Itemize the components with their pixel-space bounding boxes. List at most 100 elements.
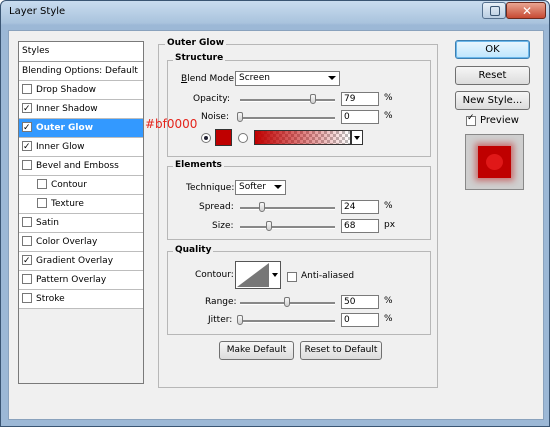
reset-to-default-button[interactable]: Reset to Default: [300, 341, 382, 360]
style-item-label: Outer Glow: [36, 123, 94, 133]
range-input[interactable]: 50: [341, 295, 379, 309]
quality-title: Quality: [173, 245, 214, 255]
spread-unit: %: [384, 201, 393, 211]
technique-label: Technique:: [186, 183, 235, 193]
range-slider-thumb[interactable]: [284, 297, 290, 307]
contour-picker[interactable]: [235, 261, 281, 289]
style-item-gradient-overlay[interactable]: Gradient Overlay: [19, 252, 143, 271]
style-item-inner-shadow[interactable]: Inner Shadow: [19, 100, 143, 119]
style-checkbox[interactable]: [37, 197, 47, 208]
jitter-label: Jitter:: [208, 315, 233, 325]
style-item-label: Contour: [51, 180, 87, 190]
jitter-slider-track[interactable]: [240, 320, 335, 323]
style-checkbox[interactable]: [22, 273, 32, 284]
size-label: Size:: [212, 221, 234, 231]
technique-select[interactable]: Softer: [235, 180, 286, 195]
technique-value: Softer: [239, 182, 266, 192]
window-title: Layer Style: [9, 6, 66, 17]
spread-slider-track[interactable]: [240, 207, 335, 210]
style-checkbox[interactable]: [22, 159, 32, 170]
style-checkbox[interactable]: [22, 292, 32, 303]
style-item-drop-shadow[interactable]: Drop Shadow: [19, 81, 143, 100]
style-item-label: Inner Shadow: [36, 104, 98, 114]
opacity-label: Opacity:: [193, 94, 230, 104]
style-item-label: Gradient Overlay: [36, 256, 114, 266]
new-style-button[interactable]: New Style...: [455, 91, 530, 110]
close-icon: ✕: [522, 4, 533, 18]
layer-style-dialog: Layer Style ✕ Styles Blending Options: D…: [0, 0, 550, 427]
opacity-input[interactable]: 79: [341, 92, 379, 106]
preview-checkbox[interactable]: [466, 113, 476, 126]
style-item-stroke[interactable]: Stroke: [19, 290, 143, 309]
size-input[interactable]: 68: [341, 219, 379, 233]
style-item-contour[interactable]: Contour: [19, 176, 143, 195]
chevron-down-icon: [272, 273, 278, 277]
glow-gradient-picker[interactable]: [254, 130, 351, 145]
jitter-slider-thumb[interactable]: [237, 315, 243, 325]
blend-mode-label: Blend Mode:: [181, 74, 238, 84]
make-default-button[interactable]: Make Default: [219, 341, 294, 360]
jitter-input[interactable]: 0: [341, 313, 379, 327]
style-item-inner-glow[interactable]: Inner Glow: [19, 138, 143, 157]
size-unit: px: [384, 220, 396, 230]
reset-button[interactable]: Reset: [455, 66, 530, 85]
styles-list: Styles Blending Options: Default Drop Sha…: [18, 41, 144, 384]
ok-button[interactable]: OK: [455, 40, 530, 59]
dialog-body: Styles Blending Options: Default Drop Sha…: [8, 30, 544, 420]
close-button[interactable]: ✕: [506, 2, 546, 19]
outer-glow-title: Outer Glow: [165, 38, 227, 48]
style-item-label: Satin: [36, 218, 59, 228]
range-unit: %: [384, 296, 393, 306]
style-checkbox[interactable]: [22, 138, 32, 156]
style-item-label: Blending Options: Default: [22, 66, 138, 76]
style-item-bevel-and-emboss[interactable]: Bevel and Emboss: [19, 157, 143, 176]
style-item-blending-options-default[interactable]: Blending Options: Default: [19, 62, 143, 81]
size-slider-thumb[interactable]: [266, 221, 272, 231]
style-item-outer-glow[interactable]: Outer Glow: [19, 119, 143, 138]
solid-color-radio[interactable]: [201, 133, 211, 143]
help-icon: [490, 6, 500, 16]
spread-slider-thumb[interactable]: [259, 202, 265, 212]
style-checkbox[interactable]: [22, 119, 32, 137]
title-bar: Layer Style ✕: [1, 1, 549, 25]
structure-title: Structure: [173, 53, 226, 63]
blend-mode-label-rest: lend Mode:: [187, 74, 238, 84]
opacity-slider-track[interactable]: [240, 99, 335, 102]
styles-header[interactable]: Styles: [19, 42, 143, 62]
noise-slider-track[interactable]: [240, 117, 335, 120]
anti-aliased-label: Anti-aliased: [301, 271, 355, 281]
preview-label: Preview: [480, 115, 519, 126]
style-item-label: Pattern Overlay: [36, 275, 107, 285]
style-checkbox[interactable]: [22, 235, 32, 246]
style-item-label: Stroke: [36, 294, 65, 304]
style-item-satin[interactable]: Satin: [19, 214, 143, 233]
gradient-dropdown-button[interactable]: [351, 130, 363, 145]
elements-title: Elements: [173, 160, 224, 170]
gradient-radio[interactable]: [238, 133, 248, 143]
style-checkbox[interactable]: [22, 100, 32, 118]
jitter-unit: %: [384, 314, 393, 324]
noise-input[interactable]: 0: [341, 110, 379, 124]
noise-slider-thumb[interactable]: [237, 112, 243, 122]
style-checkbox[interactable]: [37, 178, 47, 189]
style-checkbox[interactable]: [22, 216, 32, 227]
noise-label: Noise:: [201, 112, 229, 122]
contour-label: Contour:: [195, 270, 234, 280]
style-item-color-overlay[interactable]: Color Overlay: [19, 233, 143, 252]
noise-unit: %: [384, 111, 393, 121]
spread-input[interactable]: 24: [341, 200, 379, 214]
style-checkbox[interactable]: [22, 83, 32, 94]
size-slider-track[interactable]: [240, 226, 335, 229]
style-item-label: Color Overlay: [36, 237, 98, 247]
range-label: Range:: [205, 297, 237, 307]
anti-aliased-checkbox[interactable]: [287, 272, 297, 282]
glow-color-swatch[interactable]: [215, 129, 232, 146]
contour-curve-icon: [237, 263, 269, 287]
style-item-pattern-overlay[interactable]: Pattern Overlay: [19, 271, 143, 290]
opacity-slider-thumb[interactable]: [310, 94, 316, 104]
blend-mode-select[interactable]: Screen: [235, 71, 340, 86]
help-button[interactable]: [482, 2, 506, 19]
opacity-unit: %: [384, 93, 393, 103]
style-checkbox[interactable]: [22, 252, 32, 270]
style-item-texture[interactable]: Texture: [19, 195, 143, 214]
